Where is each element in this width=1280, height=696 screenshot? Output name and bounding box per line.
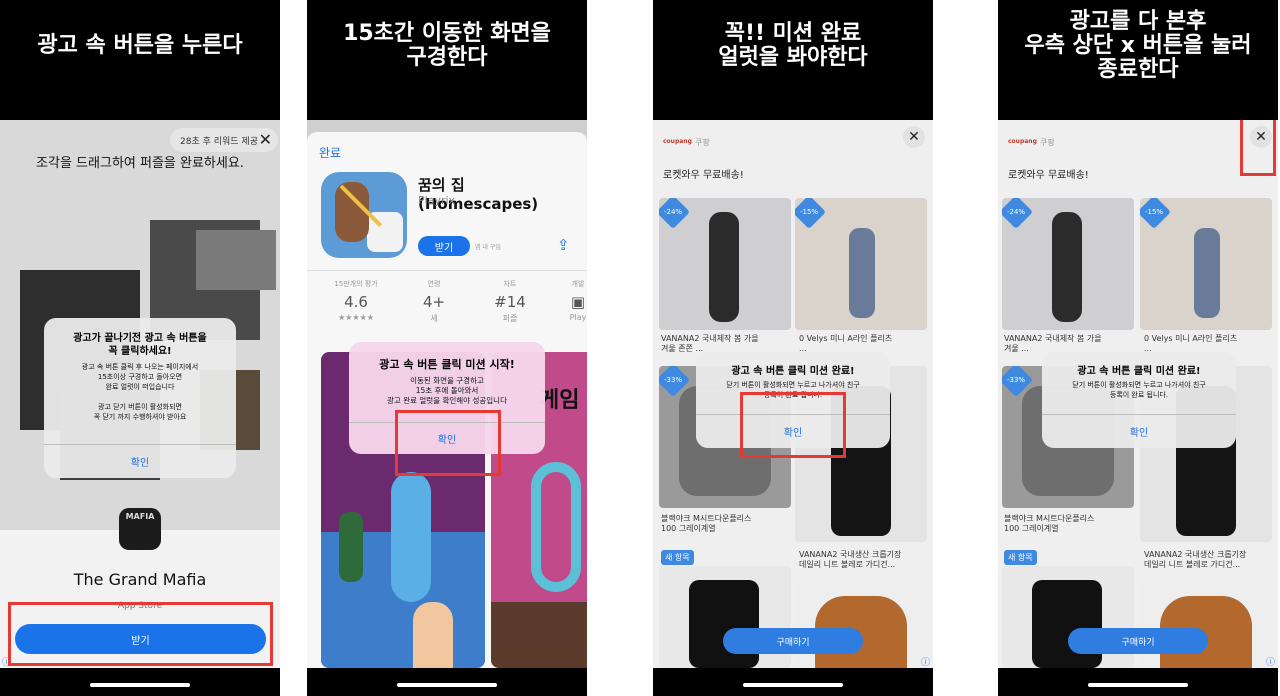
step-caption: 15초간 이동한 화면을 구경한다 xyxy=(307,0,587,120)
highlight-box xyxy=(8,602,273,666)
stat-label: 15만개의 평가 xyxy=(334,280,378,288)
highlight-box xyxy=(740,392,846,458)
puzzle-piece[interactable] xyxy=(196,230,276,290)
info-icon[interactable]: ⓘ xyxy=(921,655,930,668)
coupang-ad-screen: coupang 쿠팡 ✕ 로켓와우 무료배송! -24% VANANA2 국내제… xyxy=(998,120,1278,668)
stat-value: #14 xyxy=(494,293,526,311)
mission-complete-dialog: 광고 속 버튼 클릭 미션 완료! 닫기 버튼이 활성화되면 누르고 나가셔야 … xyxy=(1042,352,1236,448)
divider xyxy=(44,444,236,445)
step-caption: 광고 속 버튼을 누른다 xyxy=(0,0,280,120)
ad-screen: 28초 후 리워드 제공 ✕ 조각을 드래그하여 퍼즐을 완료하세요. 광고가 … xyxy=(0,120,280,668)
reward-timer-label: 28초 후 리워드 제공 xyxy=(180,136,258,147)
puzzle-instruction: 조각을 드래그하여 퍼즐을 완료하세요. xyxy=(36,156,244,171)
brand-name: 쿠팡 xyxy=(695,138,710,147)
stat-label: 차트 xyxy=(503,280,517,288)
stat-label: 연령 xyxy=(427,280,441,288)
confirm-button[interactable]: 확인 xyxy=(1042,424,1236,439)
promo-text: 로켓와우 무료배송! xyxy=(1008,170,1089,181)
stat-sub: ★★★★★ xyxy=(338,313,374,322)
step-caption: 광고를 다 본후 우측 상단 x 버튼을 눌러 종료한다 xyxy=(998,0,1278,120)
new-item-badge: 새 항목 xyxy=(1004,550,1037,565)
product-title[interactable]: 블랙야크 M시트다운플리스 100 그레이계열 xyxy=(1004,514,1094,534)
stat-sub: Play xyxy=(569,313,587,322)
stat-value: 4.6 xyxy=(344,293,368,311)
stat-sub: 퍼즐 xyxy=(502,314,518,323)
banner-text: 게임 xyxy=(539,388,580,413)
product-title[interactable]: 0 Velys 미니 A라인 플리츠 ... xyxy=(799,334,892,354)
stat-sub: 세 xyxy=(430,314,438,323)
panel-1: 광고 속 버튼을 누른다 28초 후 리워드 제공 ✕ 조각을 드래그하여 퍼즐… xyxy=(0,0,280,696)
confirm-button[interactable]: 확인 xyxy=(44,454,236,469)
product-card[interactable]: -24% xyxy=(659,198,791,330)
info-icon[interactable]: ⓘ xyxy=(1266,655,1275,668)
stat-rating: 15만개의 평가 4.6 ★★★★★ xyxy=(321,279,391,322)
app-icon: MAFIA xyxy=(119,508,161,550)
buy-button[interactable]: 구매하기 xyxy=(723,628,863,654)
product-title[interactable]: VANANA2 국내제작 봄 가을 겨울 존쫀 ... xyxy=(661,334,759,354)
app-stats-row: 15만개의 평가 4.6 ★★★★★ 연령 4+ 세 차트 #14 퍼즐 개발 … xyxy=(307,270,587,330)
in-app-purchase-note: 앱 내 구입 xyxy=(475,244,501,251)
panel-3: 꼭!! 미션 완료 얼럿을 봐야한다 coupang 쿠팡 ✕ 로켓와우 무료배… xyxy=(653,0,933,696)
product-card[interactable]: -15% xyxy=(795,198,927,330)
panel-2: 15초간 이동한 화면을 구경한다 완료 꿈의 집 (Homescapes) P… xyxy=(307,0,587,696)
coupang-logo: coupang xyxy=(1008,138,1037,145)
app-icon-label: MAFIA xyxy=(125,512,155,521)
home-indicator xyxy=(0,668,280,696)
highlight-box xyxy=(395,410,501,476)
share-icon[interactable]: ⇪ xyxy=(557,236,570,254)
panel-4: 광고를 다 본후 우측 상단 x 버튼을 눌러 종료한다 coupang 쿠팡 … xyxy=(998,0,1278,696)
home-indicator xyxy=(653,668,933,696)
product-title[interactable]: VANANA2 국내제작 봄 가을 겨울 ... xyxy=(1004,334,1102,354)
product-card[interactable] xyxy=(1140,582,1272,668)
dialog-title: 광고 속 버튼 클릭 미션 완료! xyxy=(731,366,855,377)
stat-value: ▣ xyxy=(570,293,586,311)
divider xyxy=(1042,414,1236,415)
stat-value: 4+ xyxy=(422,293,446,311)
mission-dialog: 광고가 끝나기전 광고 속 버튼을 꼭 클릭하세요! 광고 속 버튼 클릭 후 … xyxy=(44,318,236,478)
coupang-logo: coupang xyxy=(663,138,692,145)
promo-text: 로켓와우 무료배송! xyxy=(663,170,744,181)
discount-badge: -15% xyxy=(795,198,826,229)
close-button[interactable]: ✕ xyxy=(903,126,925,148)
app-name: The Grand Mafia xyxy=(73,570,207,589)
product-card[interactable] xyxy=(795,582,927,668)
product-card[interactable]: -15% xyxy=(1140,198,1272,330)
discount-badge: -15% xyxy=(1140,198,1171,229)
discount-badge: -24% xyxy=(1002,198,1033,229)
stat-label: 개발 xyxy=(571,280,585,288)
reward-timer[interactable]: 28초 후 리워드 제공 ✕ xyxy=(170,128,278,152)
discount-badge: -24% xyxy=(659,198,690,229)
dialog-title: 광고 속 버튼 클릭 미션 시작! xyxy=(379,358,515,371)
stat-age: 연령 4+ 세 xyxy=(399,279,469,324)
coupang-ad-screen: coupang 쿠팡 ✕ 로켓와우 무료배송! -24% VANANA2 국내제… xyxy=(653,120,933,668)
get-button[interactable]: 받기 xyxy=(418,236,470,256)
stat-chart: 차트 #14 퍼즐 xyxy=(475,279,545,324)
close-icon[interactable]: ✕ xyxy=(259,130,272,149)
buy-button[interactable]: 구매하기 xyxy=(1068,628,1208,654)
home-indicator xyxy=(307,668,587,696)
dialog-body: 닫기 버튼이 활성화되면 누르고 나가셔야 친구 등록이 완료 됩니다. xyxy=(1072,381,1206,399)
home-indicator xyxy=(998,668,1278,696)
product-title[interactable]: 블랙야크 M시트다운플리스 100 그레이계열 xyxy=(661,514,751,534)
homescapes-app-icon xyxy=(321,172,407,258)
brand-name: 쿠팡 xyxy=(1040,138,1055,147)
dialog-title: 광고가 끝나기전 광고 속 버튼을 꼭 클릭하세요! xyxy=(73,333,207,357)
app-store-screen: 완료 꿈의 집 (Homescapes) Playrix 받기 앱 내 구입 ⇪… xyxy=(307,120,587,668)
product-title[interactable]: VANANA2 국내생산 크롭기장 데일리 니트 볼레로 가디건... xyxy=(799,550,901,570)
product-title[interactable]: VANANA2 국내생산 크롭기장 데일리 니트 볼레로 가디건... xyxy=(1144,550,1246,570)
step-caption: 꼭!! 미션 완료 얼럿을 봐야한다 xyxy=(653,0,933,120)
developer-name[interactable]: Playrix xyxy=(418,194,455,207)
dialog-body: 이동된 화면을 구경하고 15초 후에 돌아와서 광고 완료 얼럿을 확인해야 … xyxy=(387,376,507,405)
new-item-badge: 새 항목 xyxy=(661,550,694,565)
dialog-title: 광고 속 버튼 클릭 미션 완료! xyxy=(1077,366,1201,377)
highlight-box xyxy=(1240,120,1276,176)
product-title[interactable]: 0 Velys 미니 A라인 플리츠 ... xyxy=(1144,334,1237,354)
dialog-body: 광고 속 버튼 클릭 후 나오는 페이지에서 15초이상 구경하고 돌아오면 완… xyxy=(81,363,199,421)
stat-developer: 개발 ▣ Play xyxy=(543,279,587,322)
done-link[interactable]: 완료 xyxy=(319,144,341,161)
product-card[interactable]: -24% xyxy=(1002,198,1134,330)
